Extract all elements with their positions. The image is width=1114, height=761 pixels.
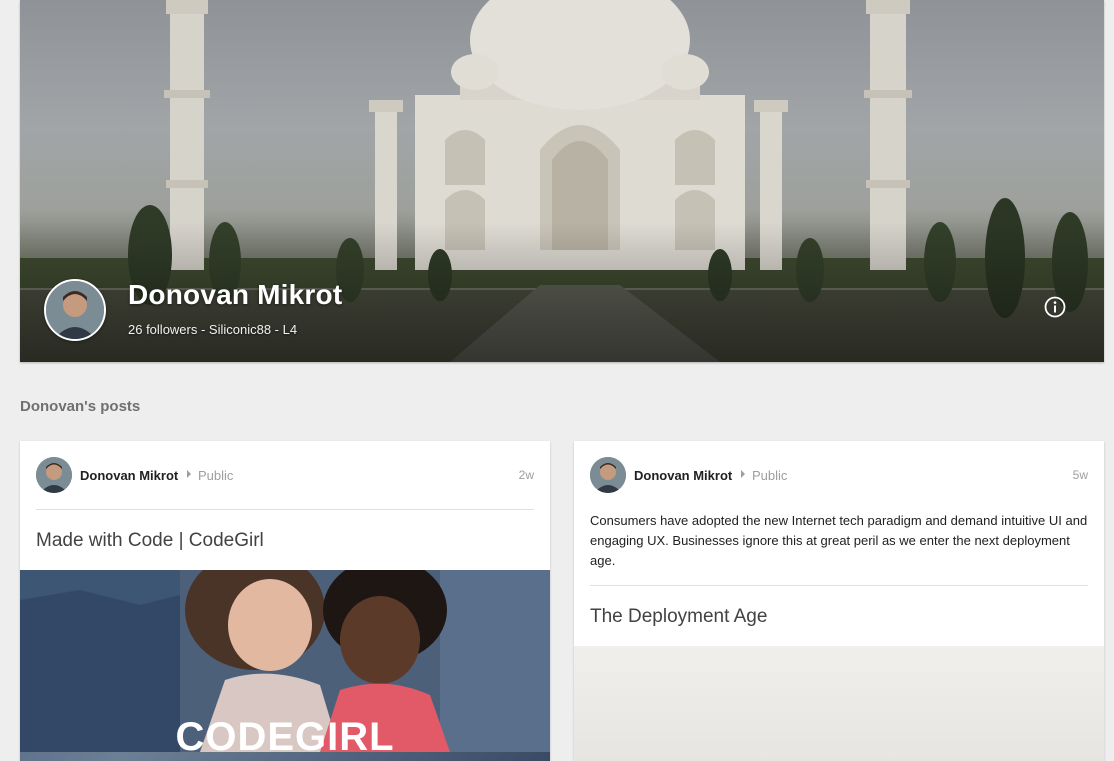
link-title[interactable]: Made with Code | CodeGirl bbox=[36, 530, 264, 552]
post-timestamp[interactable]: 5w bbox=[1073, 468, 1088, 482]
author-name[interactable]: Donovan Mikrot bbox=[634, 468, 732, 483]
author-avatar[interactable] bbox=[36, 457, 72, 493]
post-body-text: Consumers have adopted the new Internet … bbox=[590, 513, 1088, 568]
divider bbox=[590, 585, 1088, 586]
caret-right-icon bbox=[187, 470, 191, 478]
post-timestamp[interactable]: 2w bbox=[519, 468, 534, 482]
caret-right-icon bbox=[741, 470, 745, 478]
profile-cover-photo: Donovan Mikrot 26 followers - Siliconic8… bbox=[20, 0, 1104, 362]
visibility-label[interactable]: Public bbox=[752, 468, 787, 483]
posts-section-title: Donovan's posts bbox=[20, 398, 141, 415]
profile-name: Donovan Mikrot bbox=[128, 279, 343, 310]
link-preview-image[interactable]: CODEGIRL bbox=[20, 570, 550, 761]
post-card[interactable]: Donovan Mikrot Public 2w Made with Code … bbox=[20, 441, 550, 761]
post-header: Donovan Mikrot Public 5w bbox=[590, 457, 1088, 493]
link-title[interactable]: The Deployment Age bbox=[590, 606, 767, 628]
codegirl-logo: CODEGIRL bbox=[175, 715, 395, 759]
profile-subtitle: 26 followers - Siliconic88 - L4 bbox=[128, 322, 298, 337]
info-icon[interactable] bbox=[1044, 296, 1066, 318]
post-card[interactable]: Donovan Mikrot Public 5w Consumers have … bbox=[574, 441, 1104, 761]
visibility-label[interactable]: Public bbox=[198, 468, 233, 483]
divider bbox=[36, 509, 534, 510]
profile-avatar[interactable] bbox=[44, 279, 106, 341]
link-preview-image[interactable] bbox=[574, 646, 1104, 761]
author-name[interactable]: Donovan Mikrot bbox=[80, 468, 178, 483]
post-header: Donovan Mikrot Public 2w bbox=[36, 457, 534, 493]
author-avatar[interactable] bbox=[590, 457, 626, 493]
